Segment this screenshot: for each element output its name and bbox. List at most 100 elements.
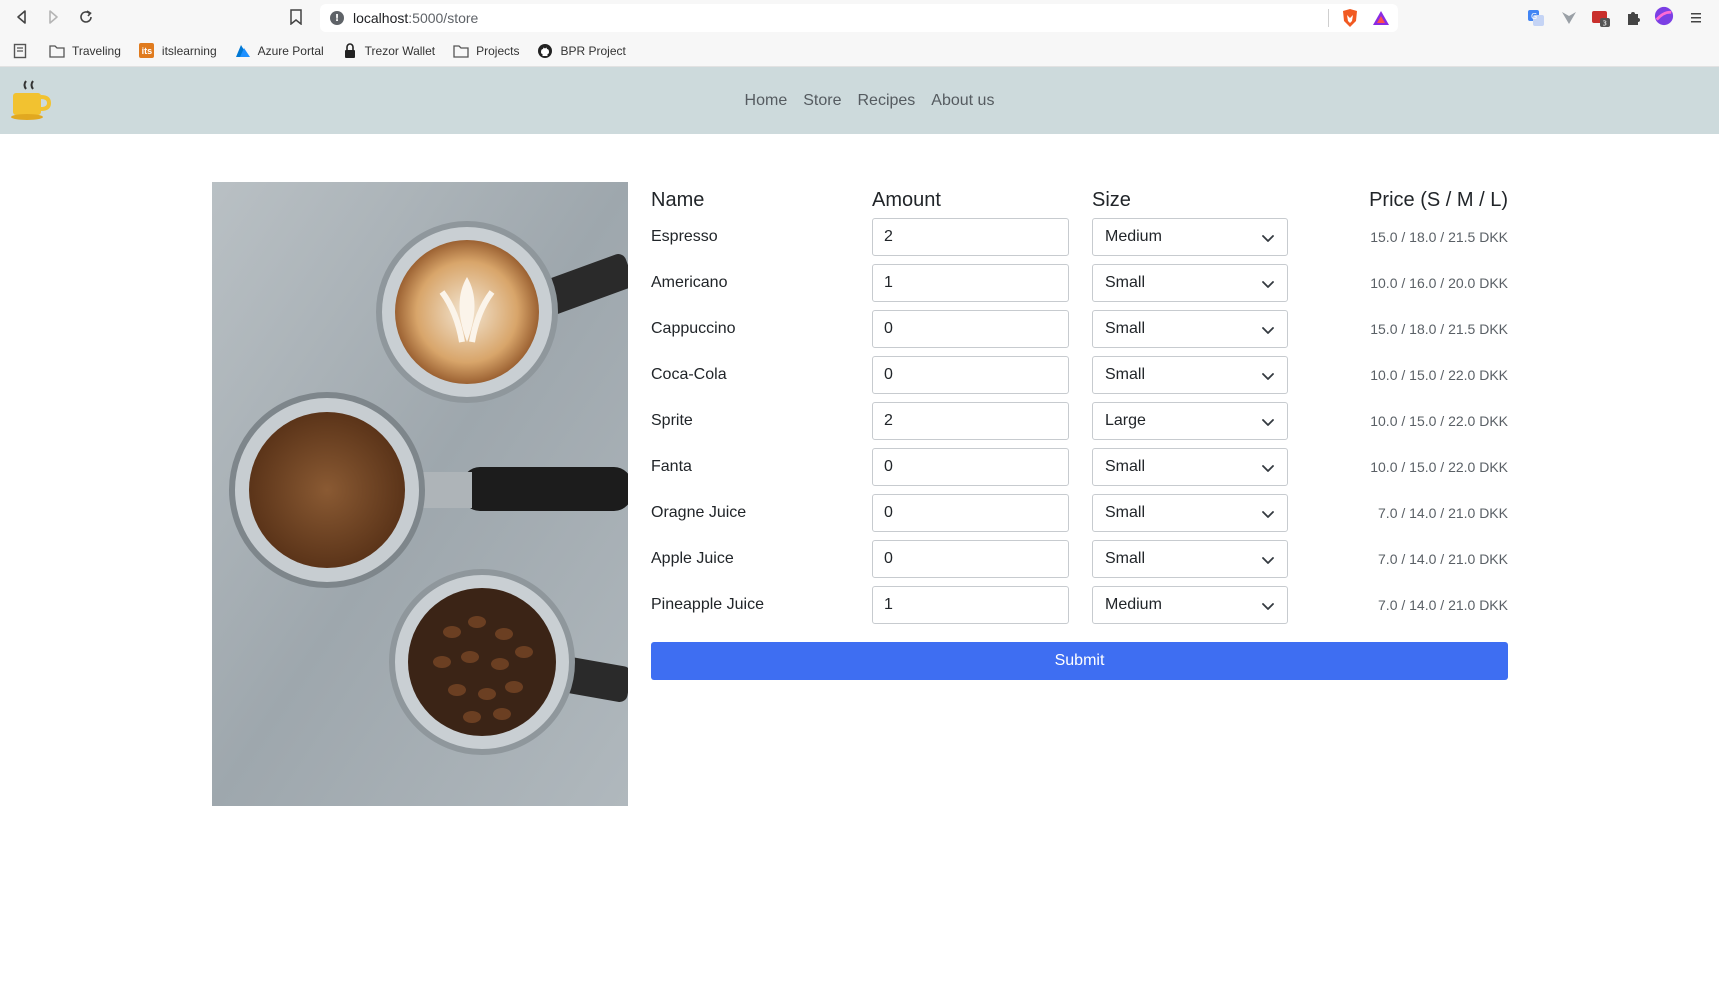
product-name: Espresso [651, 228, 718, 245]
chevron-down-icon [1261, 323, 1275, 337]
svg-text:G: G [1531, 12, 1537, 21]
product-price: 7.0 / 14.0 / 21.0 DKK [1378, 597, 1508, 613]
bookmark-itslearning[interactable]: its itslearning [139, 43, 217, 59]
reading-list-button[interactable] [12, 43, 35, 59]
product-price: 7.0 / 14.0 / 21.0 DKK [1378, 505, 1508, 521]
bookmark-label: Azure Portal [257, 43, 324, 58]
header-name: Name [651, 189, 705, 211]
product-price: 10.0 / 15.0 / 22.0 DKK [1370, 459, 1508, 475]
amount-cell [872, 448, 1092, 486]
vpn-extension-icon[interactable] [1559, 8, 1579, 28]
folder-icon [49, 43, 65, 59]
translate-icon[interactable]: G [1526, 8, 1546, 28]
nav-link-recipes[interactable]: Recipes [857, 92, 915, 110]
chevron-down-icon [1261, 599, 1275, 613]
amount-input[interactable] [872, 356, 1069, 394]
size-cell: Small [1092, 310, 1288, 348]
brave-rewards-icon[interactable] [1371, 8, 1391, 28]
size-select[interactable]: Small [1092, 264, 1288, 302]
amount-input[interactable] [872, 540, 1069, 578]
bookmark-page-icon[interactable] [286, 7, 306, 27]
nav-link-store[interactable]: Store [803, 92, 841, 110]
size-select[interactable]: Small [1092, 540, 1288, 578]
product-price: 10.0 / 15.0 / 22.0 DKK [1370, 413, 1508, 429]
table-row: Cappuccino Small 15.0 / 18.0 / 21.5 DKK [651, 306, 1508, 352]
nav-link-home[interactable]: Home [745, 92, 788, 110]
amount-cell [872, 264, 1092, 302]
table-row: Sprite Large 10.0 / 15.0 / 22.0 DKK [651, 398, 1508, 444]
size-selected-value: Small [1105, 550, 1146, 567]
amount-cell [872, 586, 1092, 624]
profile-avatar-icon[interactable] [1654, 6, 1674, 26]
address-separator [1328, 9, 1329, 27]
size-select[interactable]: Small [1092, 448, 1288, 486]
size-selected-value: Small [1105, 274, 1146, 291]
size-select[interactable]: Small [1092, 310, 1288, 348]
size-selected-value: Small [1105, 366, 1146, 383]
bookmark-trezor-wallet[interactable]: Trezor Wallet [342, 42, 436, 59]
bookmark-label: Trezor Wallet [364, 43, 436, 58]
size-cell: Small [1092, 448, 1288, 486]
url-path: :5000/store [408, 10, 479, 26]
bookmark-label: Traveling [72, 43, 121, 58]
product-price: 15.0 / 18.0 / 21.5 DKK [1370, 229, 1508, 245]
url-text: localhost:5000/store [353, 10, 478, 26]
reload-icon[interactable] [76, 7, 96, 27]
amount-input[interactable] [872, 402, 1069, 440]
amount-cell [872, 356, 1092, 394]
url-host: localhost [353, 10, 409, 26]
size-cell: Medium [1092, 586, 1288, 624]
site-info-icon[interactable]: ! [330, 11, 344, 25]
bookmark-bpr-project[interactable]: BPR Project [537, 43, 626, 59]
nav-link-about-us[interactable]: About us [931, 92, 994, 110]
bookmark-traveling[interactable]: Traveling [49, 43, 121, 59]
table-row: Coca-Cola Small 10.0 / 15.0 / 22.0 DKK [651, 352, 1508, 398]
brave-shield-icon[interactable] [1340, 8, 1360, 28]
size-select[interactable]: Large [1092, 402, 1288, 440]
header-amount: Amount [872, 189, 941, 211]
table-row: Fanta Small 10.0 / 15.0 / 22.0 DKK [651, 444, 1508, 490]
size-select[interactable]: Small [1092, 494, 1288, 532]
bookmark-projects[interactable]: Projects [453, 43, 519, 59]
size-selected-value: Small [1105, 504, 1146, 521]
amount-input[interactable] [872, 218, 1069, 256]
size-select[interactable]: Medium [1092, 218, 1288, 256]
amount-input[interactable] [872, 494, 1069, 532]
table-row: Pineapple Juice Medium 7.0 / 14.0 / 21.0 D… [651, 582, 1508, 628]
size-select[interactable]: Medium [1092, 586, 1288, 624]
size-cell: Small [1092, 540, 1288, 578]
amount-cell [872, 540, 1092, 578]
header-size: Size [1092, 189, 1131, 211]
bookmark-label: Projects [476, 43, 520, 58]
amount-input[interactable] [872, 586, 1069, 624]
size-selected-value: Large [1105, 412, 1146, 429]
product-rows: Espresso Medium 15.0 / 18.0 / 21.5 DKK Amer… [651, 214, 1508, 628]
size-cell: Small [1092, 494, 1288, 532]
site-navbar: Home Store Recipes About us [0, 67, 1719, 134]
coffee-cup-logo-icon[interactable] [11, 78, 53, 122]
bookmark-azure-portal[interactable]: Azure Portal [235, 43, 324, 59]
itslearning-icon: its [139, 43, 155, 59]
product-name: Oragne Juice [651, 504, 747, 521]
submit-button[interactable]: Submit [651, 642, 1508, 680]
amount-input[interactable] [872, 448, 1069, 486]
amount-input[interactable] [872, 264, 1069, 302]
table-row: Oragne Juice Small 7.0 / 14.0 / 21.0 DKK [651, 490, 1508, 536]
product-name: Sprite [651, 412, 693, 429]
folder-icon [453, 43, 469, 59]
product-price: 7.0 / 14.0 / 21.0 DKK [1378, 551, 1508, 567]
back-icon[interactable] [12, 7, 32, 27]
forward-icon[interactable] [43, 7, 63, 27]
lock-icon [342, 42, 358, 59]
size-select[interactable]: Small [1092, 356, 1288, 394]
amount-cell [872, 402, 1092, 440]
bookmark-label: BPR Project [560, 43, 626, 58]
extensions-puzzle-icon[interactable] [1623, 8, 1643, 28]
menu-icon[interactable] [1686, 8, 1706, 28]
address-bar[interactable]: ! localhost:5000/store [320, 4, 1398, 32]
bookmark-label: itslearning [161, 43, 217, 58]
amount-input[interactable] [872, 310, 1069, 348]
mail-extension-icon[interactable]: 3 [1591, 8, 1611, 28]
extension-badge: 3 [1603, 20, 1607, 28]
chevron-down-icon [1261, 277, 1275, 291]
